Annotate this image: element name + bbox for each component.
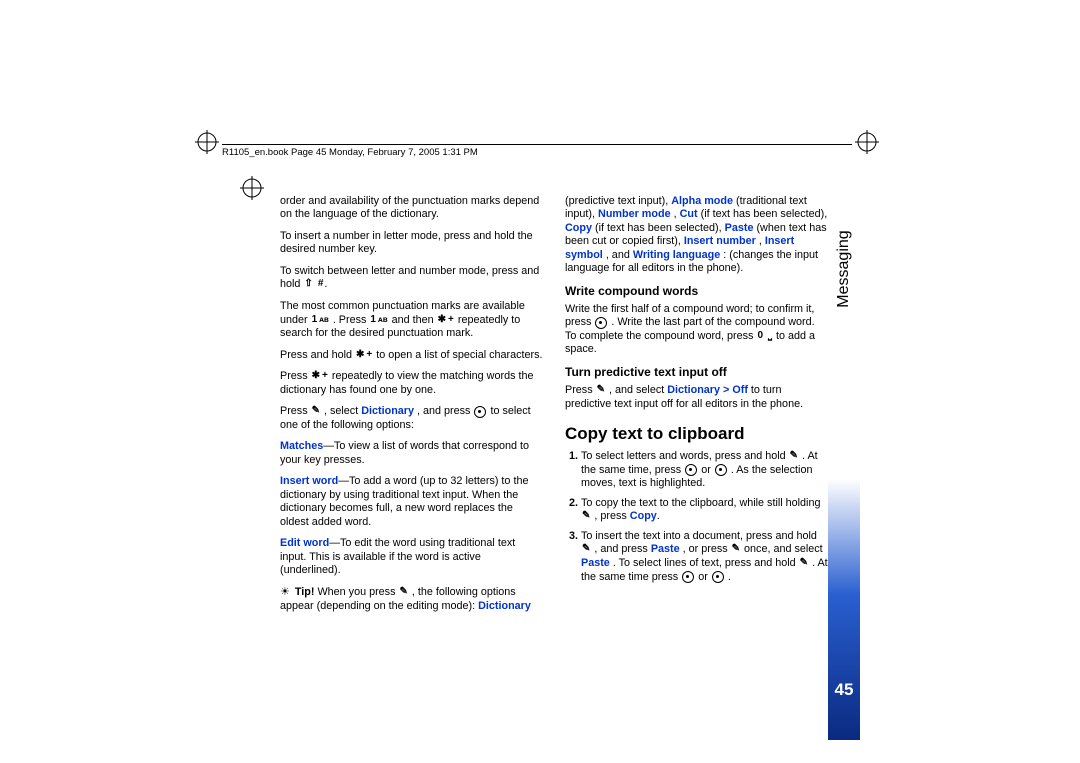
pen-key-icon — [789, 450, 799, 463]
heading-write-compound: Write compound words — [565, 284, 828, 299]
heading-copy-clipboard: Copy text to clipboard — [565, 423, 828, 444]
heading-turn-off: Turn predictive text input off — [565, 365, 828, 380]
page-body: order and availability of the punctuatio… — [280, 195, 828, 621]
header-crop-info: R1105_en.book Page 45 Monday, February 7… — [222, 144, 852, 158]
option-edit-word: Edit word — [280, 537, 329, 549]
paragraph: Press and hold to open a list of special… — [280, 349, 543, 363]
space-key-icon: ⎵ — [767, 330, 773, 343]
pen-key-icon — [398, 586, 408, 599]
crop-mark-tr — [855, 130, 879, 154]
nav-right-icon — [595, 317, 607, 329]
section-label: Messaging — [835, 230, 853, 307]
paragraph: Insert word—To add a word (up to 32 lett… — [280, 475, 543, 529]
step-2: To copy the text to the clipboard, while… — [581, 497, 828, 524]
nav-down-icon — [682, 571, 694, 583]
step-1: To select letters and words, press and h… — [581, 450, 828, 491]
pen-key-icon — [799, 557, 809, 570]
abc-key-icon — [318, 314, 330, 325]
side-tab: Messaging 45 — [828, 160, 860, 740]
page-number: 45 — [828, 680, 860, 700]
paragraph: Press repeatedly to view the matching wo… — [280, 370, 543, 397]
pen-key-icon — [581, 543, 591, 556]
pen-key-icon — [311, 405, 321, 418]
tip-icon — [280, 586, 292, 598]
step-3: To insert the text into a document, pres… — [581, 530, 828, 584]
paragraph: Matches—To view a list of words that cor… — [280, 440, 543, 467]
paragraph: The most common punctuation marks are av… — [280, 300, 543, 341]
star-key-icon — [355, 349, 365, 362]
zero-key-icon — [756, 330, 764, 343]
shift-key-icon — [303, 278, 313, 291]
crop-mark-tl — [195, 130, 219, 154]
plus-key-icon — [365, 349, 373, 362]
paragraph: To switch between letter and number mode… — [280, 265, 543, 292]
hash-key-icon — [317, 278, 325, 291]
nav-up-icon — [712, 571, 724, 583]
one-key-icon — [369, 314, 377, 327]
tip: Tip! When you press , the following opti… — [280, 586, 543, 613]
star-key-icon — [311, 370, 321, 383]
left-column: order and availability of the punctuatio… — [280, 195, 543, 621]
option-matches: Matches — [280, 440, 323, 452]
nav-right-icon — [715, 464, 727, 476]
plus-key-icon — [447, 314, 455, 327]
nav-left-icon — [685, 464, 697, 476]
paragraph: Write the first half of a compound word;… — [565, 303, 828, 357]
right-column: (predictive text input), Alpha mode (tra… — [565, 195, 828, 621]
abc-key-icon — [377, 314, 389, 325]
pen-key-icon — [581, 510, 591, 523]
crop-info-text: R1105_en.book Page 45 Monday, February 7… — [222, 147, 478, 158]
pen-key-icon — [731, 543, 741, 556]
one-key-icon — [311, 314, 319, 327]
option-insert-word: Insert word — [280, 475, 338, 487]
plus-key-icon — [321, 370, 329, 383]
link-dictionary: Dictionary — [361, 405, 414, 417]
star-key-icon — [437, 314, 447, 327]
paragraph: To insert a number in letter mode, press… — [280, 230, 543, 257]
steps-list: To select letters and words, press and h… — [565, 450, 828, 584]
link-dictionary: Dictionary — [478, 600, 531, 612]
paragraph: order and availability of the punctuatio… — [280, 195, 543, 222]
paragraph: Press , and select Dictionary > Off to t… — [565, 384, 828, 411]
paragraph: (predictive text input), Alpha mode (tra… — [565, 195, 828, 276]
crop-mark-inner-tl — [240, 176, 264, 200]
pen-key-icon — [596, 384, 606, 397]
paragraph: Edit word—To edit the word using traditi… — [280, 537, 543, 577]
paragraph: Press , select Dictionary , and press to… — [280, 405, 543, 432]
nav-key-icon — [474, 406, 486, 418]
